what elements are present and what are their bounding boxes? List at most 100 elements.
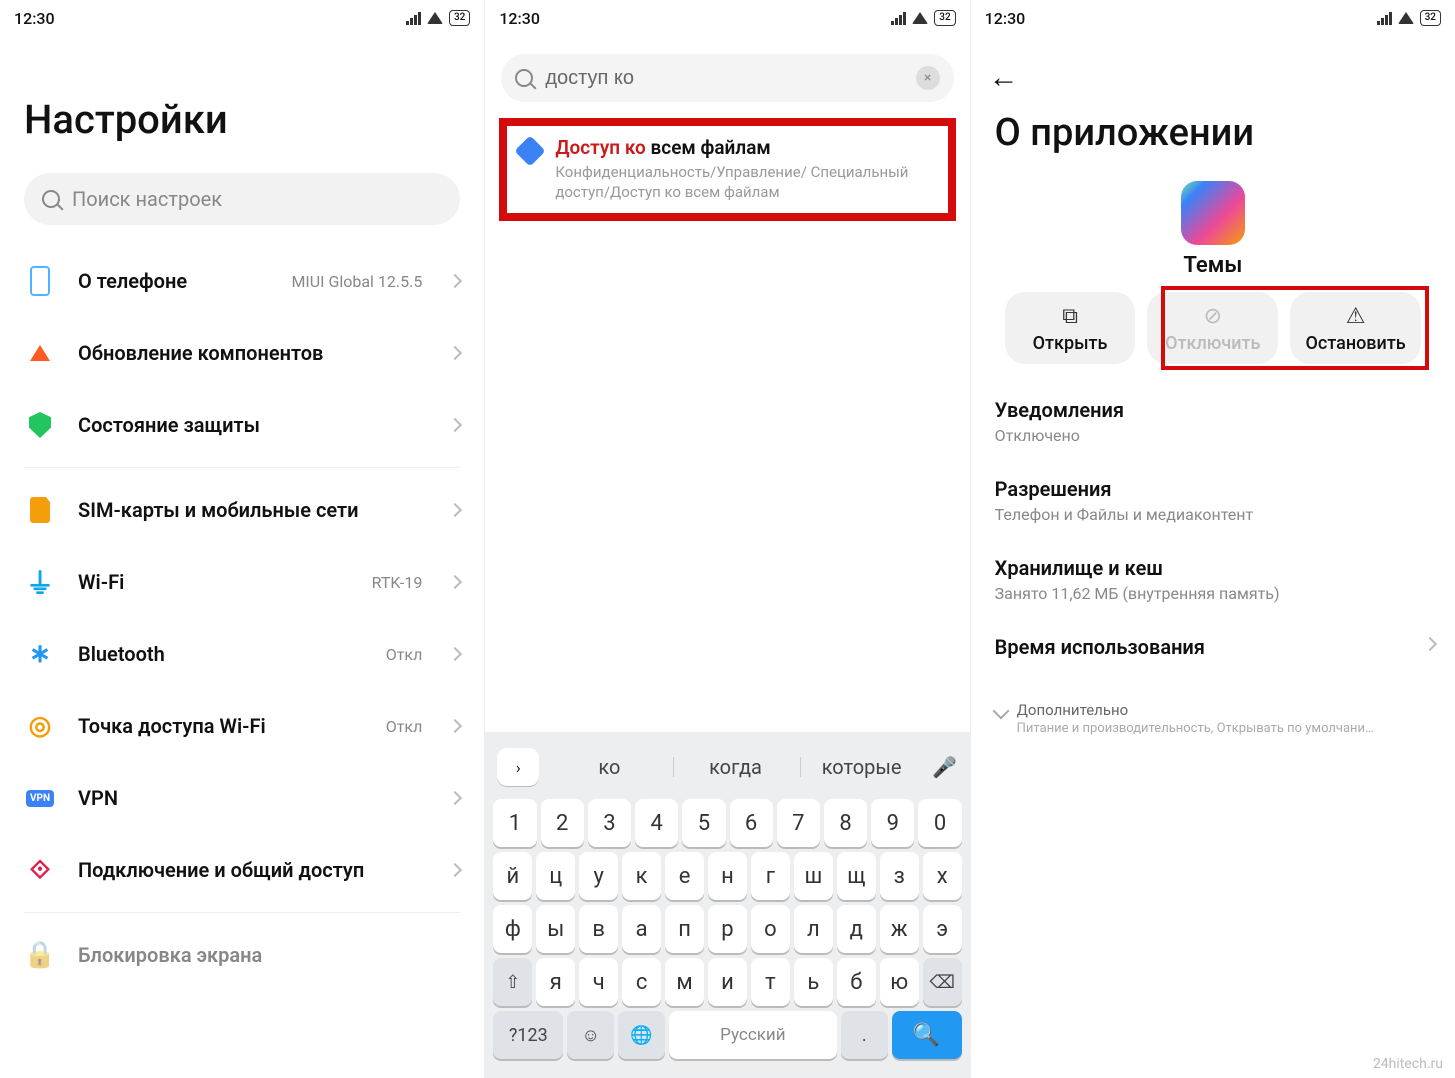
vpn-icon: VPN [24, 782, 56, 814]
key-letter[interactable]: т [751, 958, 790, 1006]
status-time: 12:30 [14, 9, 55, 28]
list-item-component-update[interactable]: Обновление компонентов [0, 317, 484, 389]
key-letter[interactable]: е [665, 852, 704, 900]
key-3[interactable]: 3 [588, 799, 631, 847]
key-letter[interactable]: в [579, 905, 618, 953]
list-item-security-status[interactable]: Состояние защиты [0, 389, 484, 461]
info-storage[interactable]: Хранилище и кеш Занято 11,62 МБ (внутрен… [995, 542, 1431, 621]
key-letter[interactable]: б [837, 958, 876, 1006]
key-letter[interactable]: р [708, 905, 747, 953]
key-0[interactable]: 0 [918, 799, 961, 847]
chevron-down-icon [992, 703, 1009, 720]
divider [24, 467, 460, 468]
status-bar: 12:30 32 [485, 0, 969, 36]
result-title: Доступ ко всем файлам [555, 136, 935, 159]
key-letter[interactable]: м [665, 958, 704, 1006]
on-screen-keyboard: › ко когда которые 🎤 1 2 3 4 5 6 7 8 9 0… [485, 732, 969, 1078]
key-letter[interactable]: х [923, 852, 962, 900]
disable-app-button[interactable]: ⊘ Отключить [1147, 292, 1278, 364]
search-result-all-files-access[interactable]: Доступ ко всем файлам Конфиденциальность… [499, 118, 955, 221]
key-letter[interactable]: д [837, 905, 876, 953]
info-desc: Занято 11,62 МБ (внутренняя память) [995, 584, 1431, 603]
list-item-wifi[interactable]: ⏚ Wi-Fi RTK-19 [0, 546, 484, 618]
clear-button[interactable]: × [916, 66, 940, 90]
key-8[interactable]: 8 [824, 799, 867, 847]
key-letter[interactable]: ы [536, 905, 575, 953]
info-title: Разрешения [995, 477, 1431, 501]
key-letter[interactable]: з [880, 852, 919, 900]
key-letter[interactable]: ю [880, 958, 919, 1006]
expand-suggestions-button[interactable]: › [497, 748, 539, 786]
key-4[interactable]: 4 [635, 799, 678, 847]
disable-icon: ⊘ [1204, 304, 1222, 329]
search-field[interactable]: × [501, 54, 953, 102]
key-letter[interactable]: ч [579, 958, 618, 1006]
key-letter[interactable]: с [622, 958, 661, 1006]
key-7[interactable]: 7 [777, 799, 820, 847]
key-letter[interactable]: н [708, 852, 747, 900]
search-input[interactable] [545, 67, 903, 90]
key-letter[interactable]: о [751, 905, 790, 953]
backspace-key[interactable]: ⌫ [923, 958, 962, 1006]
action-buttons: ⧉ Открыть ⊘ Отключить ⚠ Остановить [995, 292, 1431, 364]
info-screen-time[interactable]: Время использования [995, 621, 1431, 677]
emoji-key[interactable]: ☺ [567, 1011, 614, 1059]
key-letter[interactable]: и [708, 958, 747, 1006]
list-item-lock-screen[interactable]: 🔒 Блокировка экрана [0, 919, 484, 991]
search-submit-key[interactable]: 🔍 [892, 1011, 962, 1059]
list-item-hotspot[interactable]: ◎ Точка доступа Wi-Fi Откл [0, 690, 484, 762]
key-letter[interactable]: у [579, 852, 618, 900]
more-section[interactable]: Дополнительно Питание и производительнос… [971, 677, 1455, 736]
force-stop-button[interactable]: ⚠ Остановить [1290, 292, 1421, 364]
list-item-vpn[interactable]: VPN VPN [0, 762, 484, 834]
key-letter[interactable]: э [923, 905, 962, 953]
item-label: Точка доступа Wi-Fi [78, 714, 364, 738]
key-letter[interactable]: й [493, 852, 532, 900]
key-letter[interactable]: я [536, 958, 575, 1006]
page-title: О приложении [971, 101, 1455, 181]
open-app-button[interactable]: ⧉ Открыть [1005, 292, 1136, 364]
back-button[interactable]: ← [989, 60, 1019, 95]
shield-icon [24, 409, 56, 441]
key-1[interactable]: 1 [493, 799, 536, 847]
list-item-bluetooth[interactable]: ∗ Bluetooth Откл [0, 618, 484, 690]
chevron-right-icon [448, 647, 462, 661]
shift-key[interactable]: ⇧ [493, 958, 532, 1006]
list-item-sim[interactable]: SIM-карты и мобильные сети [0, 474, 484, 546]
key-2[interactable]: 2 [541, 799, 584, 847]
phone-icon [24, 265, 56, 297]
microphone-icon[interactable]: 🎤 [926, 755, 964, 779]
key-6[interactable]: 6 [730, 799, 773, 847]
chevron-right-icon [448, 503, 462, 517]
key-letter[interactable]: ш [794, 852, 833, 900]
watermark: 24hitech.ru [1373, 1056, 1443, 1072]
suggestion[interactable]: когда [673, 755, 797, 779]
info-notifications[interactable]: Уведомления Отключено [995, 384, 1431, 463]
key-letter[interactable]: а [622, 905, 661, 953]
info-permissions[interactable]: Разрешения Телефон и Файлы и медиаконтен… [995, 463, 1431, 542]
key-letter[interactable]: щ [837, 852, 876, 900]
list-item-about-phone[interactable]: О телефоне MIUI Global 12.5.5 [0, 245, 484, 317]
suggestion[interactable]: ко [547, 755, 671, 779]
key-letter[interactable]: ф [493, 905, 532, 953]
chevron-right-icon [448, 418, 462, 432]
key-5[interactable]: 5 [682, 799, 725, 847]
key-letter[interactable]: ь [794, 958, 833, 1006]
key-letter[interactable]: ж [880, 905, 919, 953]
period-key[interactable]: . [841, 1011, 888, 1059]
key-9[interactable]: 9 [871, 799, 914, 847]
settings-search[interactable]: Поиск настроек [24, 173, 460, 225]
key-letter[interactable]: п [665, 905, 704, 953]
numbers-key[interactable]: ?123 [493, 1011, 563, 1059]
suggestion[interactable]: которые [800, 755, 924, 779]
space-key[interactable]: Русский [669, 1011, 837, 1059]
hotspot-icon: ◎ [24, 710, 56, 742]
signal-icon [891, 11, 906, 25]
list-item-connection-sharing[interactable]: ⟐ Подключение и общий доступ [0, 834, 484, 906]
warning-icon: ⚠ [1346, 304, 1366, 329]
key-letter[interactable]: л [794, 905, 833, 953]
language-key[interactable]: 🌐 [618, 1011, 665, 1059]
key-letter[interactable]: к [622, 852, 661, 900]
key-letter[interactable]: г [751, 852, 790, 900]
key-letter[interactable]: ц [536, 852, 575, 900]
